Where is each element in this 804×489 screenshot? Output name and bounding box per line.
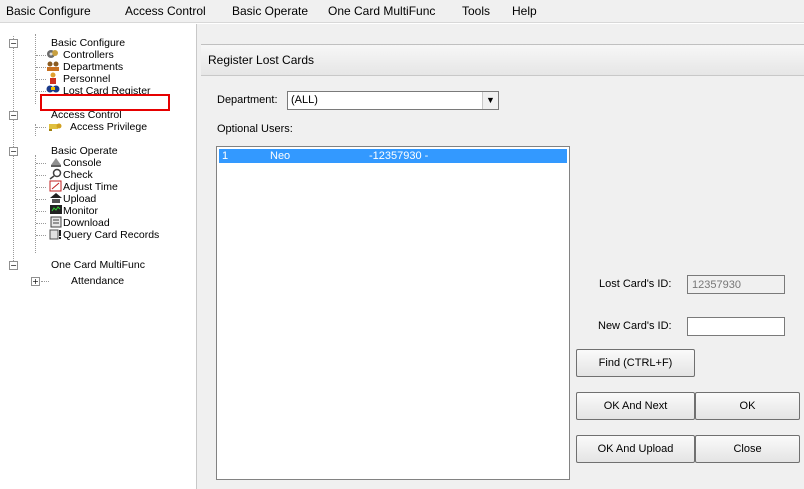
collapse-basic-configure[interactable]: − [9,39,18,48]
download-icon [50,216,62,228]
menu-bar: Basic Configure Access Control Basic Ope… [0,0,804,23]
ok-and-upload-button[interactable]: OK And Upload [576,435,695,463]
register-lost-cards-panel: Register Lost Cards Department: (ALL) ▼ … [201,24,804,489]
tree-query-card-records[interactable]: Query Card Records [63,229,159,241]
tree-adjust-time[interactable]: Adjust Time [63,181,118,193]
tree-basic-configure[interactable]: Basic Configure [51,37,125,49]
tree-monitor[interactable]: Monitor [63,205,98,217]
panel-header: Register Lost Cards [201,44,804,76]
tree-departments[interactable]: Departments [63,61,123,73]
tree-access-privilege[interactable]: Access Privilege [70,121,147,133]
tree-console[interactable]: Console [63,157,102,169]
menu-tools[interactable]: Tools [462,3,490,19]
expand-attendance[interactable]: + [31,277,40,286]
departments-icon [47,61,59,71]
monitor-icon [50,205,62,214]
tree-personnel[interactable]: Personnel [63,73,110,85]
lost-card-id-label: Lost Card's ID: [599,278,672,290]
controllers-icon [47,50,58,58]
new-card-id-label: New Card's ID: [598,320,672,332]
lost-card-id-value: 12357930 [692,279,741,291]
personnel-icon [50,72,56,84]
user-no: 1 [222,150,229,162]
close-button[interactable]: Close [695,435,800,463]
upload-icon [50,193,62,203]
tree-one-card-multifunc[interactable]: One Card MultiFunc [51,259,145,271]
console-icon [51,158,61,167]
ok-button[interactable]: OK [695,392,800,420]
panel-title: Register Lost Cards [208,53,315,67]
optional-users-list[interactable]: 1 Neo -12357930 - [216,146,570,480]
list-item[interactable]: 1 Neo -12357930 - [219,149,567,163]
menu-access-control[interactable]: Access Control [125,3,206,19]
collapse-one-card-multifunc[interactable]: − [9,261,18,270]
menu-basic-configure[interactable]: Basic Configure [6,3,91,19]
query-card-records-icon [49,229,61,240]
department-label: Department: [217,94,278,106]
tree-check[interactable]: Check [63,169,93,181]
menu-basic-operate[interactable]: Basic Operate [232,3,308,19]
collapse-basic-operate[interactable]: − [9,147,18,156]
highlight-box [40,94,170,111]
lost-card-id-field[interactable]: 12357930 [687,275,785,294]
new-card-id-field[interactable] [687,317,785,336]
tree-download[interactable]: Download [63,217,110,229]
user-card: -12357930 - [369,150,429,162]
chevron-down-icon[interactable]: ▼ [482,92,498,109]
check-icon [49,168,62,180]
optional-users-label: Optional Users: [217,123,293,135]
find-button[interactable]: Find (CTRL+F) [576,349,695,377]
menu-one-card-multifunc[interactable]: One Card MultiFunc [328,3,435,19]
tree-attendance[interactable]: Attendance [71,275,124,287]
tree-upload[interactable]: Upload [63,193,96,205]
collapse-access-control[interactable]: − [9,111,18,120]
ok-and-next-button[interactable]: OK And Next [576,392,695,420]
department-value: (ALL) [291,94,318,106]
tree-controllers[interactable]: Controllers [63,49,114,61]
department-select[interactable]: (ALL) ▼ [287,91,499,110]
menu-help[interactable]: Help [512,3,537,19]
adjust-time-icon [49,180,62,192]
user-name: Neo [270,150,291,162]
access-privilege-icon [49,123,62,131]
